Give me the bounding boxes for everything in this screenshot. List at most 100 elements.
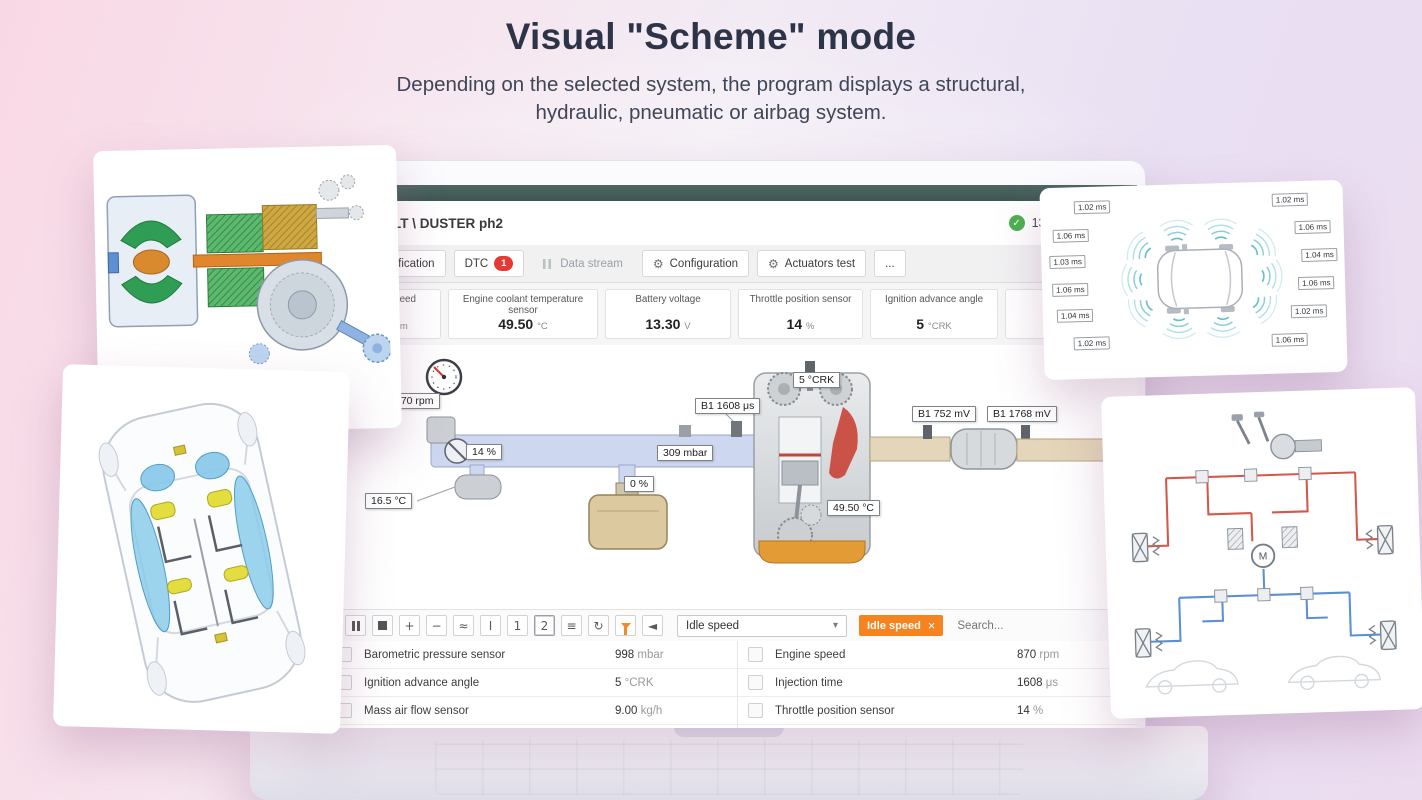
scheme-label-lambda-downstream: B1 1768 mV <box>987 406 1057 422</box>
connection-check-icon: ✓ <box>1008 215 1025 231</box>
sensor-time-label: 1.06 ms <box>1271 332 1309 347</box>
interval-button[interactable]: Ⅰ <box>480 615 501 636</box>
sensor-time-label: 1.03 ms <box>1049 254 1087 270</box>
app-header: RENAULT \ DUSTER ph2 ✓ 13. <box>327 201 1137 245</box>
table-row[interactable]: Throttle position sensor 14 % <box>738 697 1137 725</box>
parameter-unit: % <box>1033 704 1044 717</box>
scheme-label-lambda-upstream: B1 752 mV <box>912 406 976 422</box>
row-checkbox[interactable] <box>748 647 763 662</box>
airbag-illustration <box>98 402 306 703</box>
stop-button[interactable] <box>372 615 393 636</box>
hero-section: Visual "Scheme" mode Depending on the se… <box>0 16 1422 127</box>
zoom-out-button[interactable]: − <box>426 615 447 636</box>
gear-icon: ⚙ <box>768 256 779 271</box>
param-card-throttle-position[interactable]: Throttle position sensor 14 % <box>738 289 863 339</box>
param-title: Throttle position sensor <box>749 294 852 305</box>
list-view-button[interactable]: ≡ <box>561 615 582 636</box>
parameter-name: Barometric pressure sensor <box>364 648 506 661</box>
engine-scheme-view: 870 rpm B1 1608 μs 5 °CRK 14 % 309 mbar … <box>327 345 1137 609</box>
table-row[interactable]: Barometric pressure sensor 998 mbar <box>327 641 737 669</box>
pause-button[interactable] <box>345 615 366 636</box>
table-column-right: Engine speed 870 rpm Injection time 1608… <box>737 641 1137 728</box>
tab-actuators-test[interactable]: ⚙ Actuators test <box>757 250 867 277</box>
sensor-time-label: 1.02 ms <box>1290 304 1328 319</box>
parameter-value: 1608 <box>1017 676 1043 689</box>
live-parameter-cards: Engine speed 870 rpm Engine coolant temp… <box>327 283 1137 345</box>
funnel-icon <box>620 622 631 635</box>
parameter-value: 14 <box>1017 704 1030 717</box>
tab-label: Actuators test <box>784 257 856 270</box>
subtitle-line-2: hydraulic, pneumatic or airbag system. <box>535 101 887 124</box>
playback-toolbar: + − ≈ Ⅰ 1 2 ≡ ↻ ◄ Idle speed ▾ Idle spee… <box>327 609 1137 641</box>
scheme-label-idle-valve: 0 % <box>624 476 655 492</box>
tab-more[interactable]: ... <box>874 250 906 277</box>
parameter-unit: °CRK <box>624 676 654 689</box>
param-card-ignition-advance[interactable]: Ignition advance angle 5 °CRK <box>870 289 998 339</box>
parameter-value: 998 <box>615 648 635 661</box>
remove-filter-icon[interactable]: × <box>928 619 936 632</box>
airbag-scheme-card <box>53 364 350 734</box>
param-card-battery-voltage[interactable]: Battery voltage 13.30 V <box>605 289 731 339</box>
hydraulic-scheme-card: M <box>1101 387 1422 719</box>
engine-scheme-illustration <box>416 358 1137 564</box>
param-value: 49.50 <box>498 316 534 332</box>
row-checkbox[interactable] <box>748 703 763 718</box>
dtc-count-badge: 1 <box>494 256 514 271</box>
tab-data-stream[interactable]: Data stream <box>532 250 634 277</box>
chip-label: Idle speed <box>867 619 921 632</box>
param-value: 14 <box>786 316 803 332</box>
page-2-button[interactable]: 2 <box>534 615 555 636</box>
param-unit: °C <box>537 321 548 332</box>
scheme-label-injection: B1 1608 μs <box>695 398 761 414</box>
table-row[interactable]: Engine speed 870 rpm <box>738 641 1137 669</box>
table-row[interactable]: Mass air flow sensor 9.00 kg/h <box>327 697 737 725</box>
param-title: Battery voltage <box>635 294 701 305</box>
parameter-group-select[interactable]: Idle speed ▾ <box>677 614 847 637</box>
svg-text:M: M <box>1259 551 1268 562</box>
laptop-keyboard <box>435 739 1023 795</box>
parameter-name: Injection time <box>775 676 843 689</box>
parameter-value: 870 <box>1017 648 1037 661</box>
sound-button[interactable]: ◄ <box>642 615 663 636</box>
parameter-value: 5 <box>615 676 622 689</box>
sensor-time-label: 1.04 ms <box>1056 308 1094 323</box>
tab-bar: Identification DTC 1 Data stream ⚙ Confi… <box>327 245 1137 283</box>
param-value: 5 <box>916 316 925 332</box>
param-unit: °CRK <box>927 321 952 332</box>
sensor-time-label: 1.04 ms <box>1301 247 1338 262</box>
refresh-button[interactable]: ↻ <box>588 615 609 636</box>
chevron-down-icon: ▾ <box>832 620 838 631</box>
row-checkbox[interactable] <box>748 675 763 690</box>
filter-chip-idle-speed[interactable]: Idle speed × <box>859 615 944 636</box>
search-input[interactable] <box>955 618 1080 633</box>
param-title: Engine coolant temperature sensor <box>462 294 584 316</box>
zoom-in-button[interactable]: + <box>399 615 420 636</box>
sensor-time-label: 1.06 ms <box>1294 220 1332 235</box>
sensor-time-label: 1.02 ms <box>1271 192 1309 207</box>
filter-button[interactable] <box>615 615 636 636</box>
parameter-name: Engine speed <box>775 648 846 661</box>
sensor-time-label: 1.06 ms <box>1297 276 1335 291</box>
tab-configuration[interactable]: ⚙ Configuration <box>641 250 750 277</box>
scheme-label-pressure: 309 mbar <box>657 445 714 461</box>
parameter-unit: rpm <box>1039 648 1060 661</box>
table-column-left: Barometric pressure sensor 998 mbar Igni… <box>327 641 737 728</box>
wave-view-button[interactable]: ≈ <box>453 615 474 636</box>
select-value: Idle speed <box>686 619 740 632</box>
promo-canvas: Visual "Scheme" mode Depending on the se… <box>0 0 1422 800</box>
param-card-coolant-temp[interactable]: Engine coolant temperature sensor 49.50 … <box>448 289 598 339</box>
table-row[interactable]: Injection time 1608 μs <box>738 669 1137 697</box>
laptop-screen: RENAULT \ DUSTER ph2 ✓ 13. Identificatio… <box>318 160 1146 728</box>
param-unit: V <box>684 321 691 332</box>
page-1-button[interactable]: 1 <box>507 615 528 636</box>
parameter-name: Throttle position sensor <box>775 704 895 717</box>
tab-dtc[interactable]: DTC 1 <box>453 250 525 277</box>
sensor-time-label: 1.02 ms <box>1073 200 1111 215</box>
window-titlebar <box>327 185 1137 201</box>
table-row[interactable]: Ignition advance angle 5 °CRK <box>327 669 737 697</box>
parking-sensor-card: 1.02 ms 1.06 ms 1.03 ms 1.06 ms 1.04 ms … <box>1039 179 1348 381</box>
hydraulic-illustration: M <box>1131 411 1397 695</box>
param-title: Ignition advance angle <box>884 294 984 305</box>
stop-icon <box>378 621 387 630</box>
laptop-base <box>250 726 1208 800</box>
